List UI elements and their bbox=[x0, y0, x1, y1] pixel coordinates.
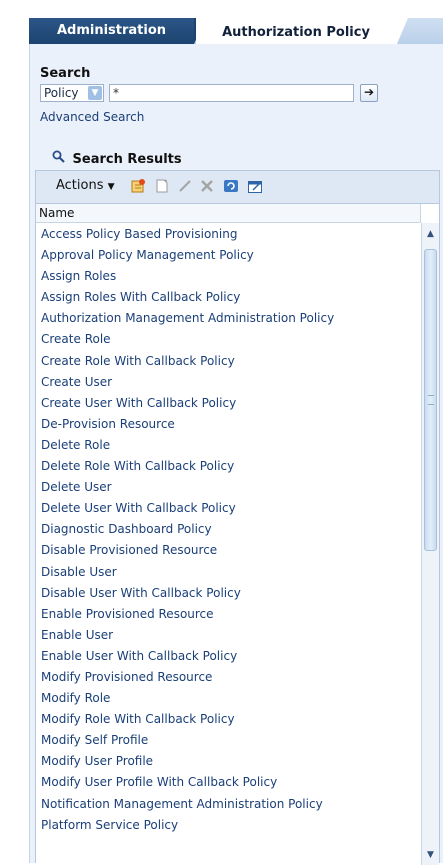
table-row[interactable]: Modify Self Profile bbox=[36, 730, 421, 751]
table-row[interactable]: Modify Role bbox=[36, 688, 421, 709]
search-go-button[interactable]: ➔ bbox=[360, 84, 378, 102]
table-row[interactable]: Create User bbox=[36, 372, 421, 393]
search-results-heading: Search Results bbox=[52, 150, 182, 167]
grip-icon bbox=[428, 395, 434, 405]
table-row[interactable]: De-Provision Resource bbox=[36, 414, 421, 435]
table-row[interactable]: Delete User bbox=[36, 477, 421, 498]
results-list: Access Policy Based Provisioning Approval… bbox=[36, 224, 421, 836]
detach-icon[interactable] bbox=[247, 178, 263, 194]
search-results-title: Search Results bbox=[72, 152, 182, 167]
table-row[interactable]: Disable Provisioned Resource bbox=[36, 540, 421, 561]
tab-bar: Administration Authorization Policy bbox=[29, 18, 443, 46]
search-input[interactable] bbox=[109, 84, 354, 102]
search-type-value: Policy bbox=[44, 86, 79, 100]
table-row[interactable]: Create Role With Callback Policy bbox=[36, 351, 421, 372]
actions-menu[interactable]: Actions ▼ bbox=[56, 178, 115, 193]
table-row[interactable]: Notification Management Administration P… bbox=[36, 794, 421, 815]
magnifier-icon bbox=[52, 150, 68, 167]
results-table: Name Access Policy Based Provisioning App… bbox=[36, 203, 439, 865]
scrollbar-thumb[interactable] bbox=[424, 249, 437, 551]
table-row[interactable]: Disable User With Callback Policy bbox=[36, 583, 421, 604]
chevron-down-icon: ▼ bbox=[107, 182, 115, 192]
table-row[interactable]: Access Policy Based Provisioning bbox=[36, 224, 421, 245]
edit-icon[interactable] bbox=[177, 178, 193, 194]
actions-label: Actions bbox=[56, 178, 104, 193]
table-row[interactable]: Disable User bbox=[36, 562, 421, 583]
table-row[interactable]: Modify Role With Callback Policy bbox=[36, 709, 421, 730]
table-row[interactable]: Assign Roles With Callback Policy bbox=[36, 287, 421, 308]
table-row[interactable]: Create Role bbox=[36, 329, 421, 350]
results-panel: Actions ▼ Name Access Policy Based Provi… bbox=[35, 170, 440, 865]
table-row[interactable]: Assign Roles bbox=[36, 266, 421, 287]
table-row[interactable]: Modify User Profile With Callback Policy bbox=[36, 772, 421, 793]
tab-authorization-policy[interactable]: Authorization Policy bbox=[196, 18, 408, 46]
table-row[interactable]: Enable Provisioned Resource bbox=[36, 604, 421, 625]
table-row[interactable]: Create User With Callback Policy bbox=[36, 393, 421, 414]
table-row[interactable]: Approval Policy Management Policy bbox=[36, 245, 421, 266]
create-policy-icon[interactable] bbox=[130, 178, 146, 194]
table-row[interactable]: Delete Role bbox=[36, 435, 421, 456]
vertical-scrollbar[interactable]: ▲ ▼ bbox=[421, 223, 439, 865]
table-row[interactable]: Enable User bbox=[36, 625, 421, 646]
tab-administration[interactable]: Administration bbox=[29, 18, 206, 44]
scroll-up-icon[interactable]: ▲ bbox=[423, 227, 438, 242]
chevron-down-icon[interactable]: ▼ bbox=[88, 86, 102, 100]
table-row[interactable]: Delete Role With Callback Policy bbox=[36, 456, 421, 477]
advanced-search-link[interactable]: Advanced Search bbox=[40, 110, 144, 124]
search-page: Search Policy ▼ ➔ Advanced Search Search… bbox=[29, 44, 443, 865]
arrow-right-icon: ➔ bbox=[363, 85, 375, 99]
column-header-name[interactable]: Name bbox=[36, 204, 421, 223]
results-toolbar: Actions ▼ bbox=[36, 171, 439, 201]
table-row[interactable]: Diagnostic Dashboard Policy bbox=[36, 519, 421, 540]
refresh-icon[interactable] bbox=[223, 178, 239, 194]
table-row[interactable]: Platform Service Policy bbox=[36, 815, 421, 836]
scroll-down-icon[interactable]: ▼ bbox=[423, 848, 438, 863]
table-row[interactable]: Modify User Profile bbox=[36, 751, 421, 772]
table-row[interactable]: Authorization Management Administration … bbox=[36, 308, 421, 329]
search-type-select[interactable]: Policy ▼ bbox=[40, 84, 104, 102]
search-label: Search bbox=[40, 66, 91, 81]
delete-icon[interactable] bbox=[199, 178, 215, 194]
table-row[interactable]: Delete User With Callback Policy bbox=[36, 498, 421, 519]
table-row[interactable]: Modify Provisioned Resource bbox=[36, 667, 421, 688]
table-row[interactable]: Enable User With Callback Policy bbox=[36, 646, 421, 667]
new-icon[interactable] bbox=[154, 178, 170, 194]
